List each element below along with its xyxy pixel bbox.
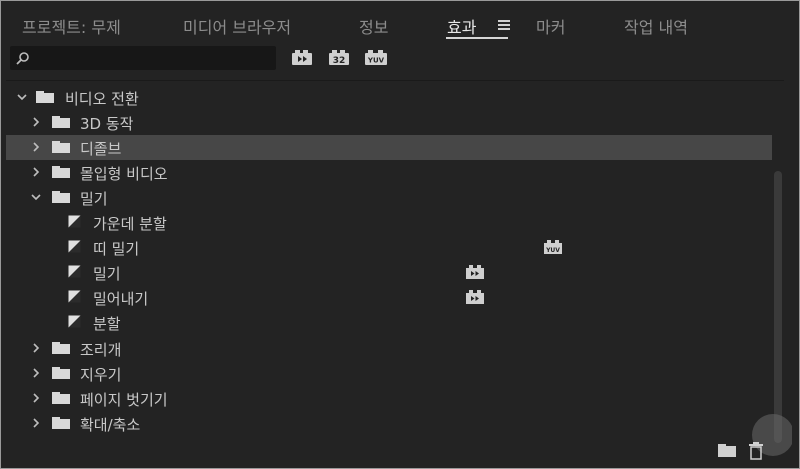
transition-effect-icon xyxy=(68,215,81,228)
folder-icon xyxy=(52,417,70,429)
tree-effect-label: 가운데 분할 xyxy=(93,215,167,233)
folder-icon xyxy=(52,392,70,404)
tree-folder-label: 3D 동작 xyxy=(80,115,134,133)
panel-menu-icon[interactable] xyxy=(498,20,510,30)
tree-folder-label: 몰입형 비디오 xyxy=(80,165,168,183)
tree-folder-label: 디졸브 xyxy=(80,140,122,158)
tree-folder-dissolve[interactable]: 디졸브 xyxy=(6,135,772,160)
transition-effect-icon xyxy=(68,315,81,328)
transition-effect-icon xyxy=(68,240,81,253)
yuv-badge-label: YUV xyxy=(545,247,560,254)
chevron-down-icon[interactable] xyxy=(30,191,42,203)
tree-folder-label: 밀기 xyxy=(80,190,108,208)
tree-effect-center-split[interactable]: 가운데 분할 xyxy=(6,210,772,235)
tree-folder-video-transitions[interactable]: 비디오 전환 xyxy=(6,85,772,110)
effects-tree: 비디오 전환 3D 동작 디졸브 몰입형 비디오 밀기 가운데 분할 띠 밀기 … xyxy=(6,80,784,463)
tree-effect-band-slide[interactable]: 띠 밀기 YUV xyxy=(6,235,772,260)
tree-folder-immersive-video[interactable]: 몰입형 비디오 xyxy=(6,160,772,185)
tree-folder-label: 확대/축소 xyxy=(80,416,141,434)
tab-info[interactable]: 정보 xyxy=(359,14,388,38)
folder-icon xyxy=(52,367,70,379)
trash-icon[interactable] xyxy=(748,442,764,460)
folder-icon xyxy=(52,342,70,354)
tree-effect-push[interactable]: 밀어내기 xyxy=(6,285,772,310)
tree-effect-label: 밀기 xyxy=(93,265,121,283)
yuv-effects-filter-icon[interactable]: YUV xyxy=(364,50,388,66)
folder-icon xyxy=(36,91,54,103)
bit32-effects-filter-icon[interactable]: 32 xyxy=(328,50,350,66)
chevron-down-icon[interactable] xyxy=(16,91,28,103)
tree-folder-label: 조리개 xyxy=(80,341,122,359)
yuv-label: YUV xyxy=(367,57,385,65)
tree-folder-label: 비디오 전환 xyxy=(65,90,139,108)
tree-effect-label: 밀어내기 xyxy=(93,290,149,308)
chevron-right-icon[interactable] xyxy=(30,417,42,429)
tab-markers[interactable]: 마커 xyxy=(536,14,565,38)
chevron-right-icon[interactable] xyxy=(30,141,42,153)
bit32-label: 32 xyxy=(333,56,346,66)
new-bin-icon[interactable] xyxy=(718,444,738,458)
active-tab-underline xyxy=(446,37,508,39)
accelerated-effects-filter-icon[interactable] xyxy=(291,50,313,66)
chevron-right-icon[interactable] xyxy=(30,367,42,379)
chevron-right-icon[interactable] xyxy=(30,116,42,128)
transition-effect-icon xyxy=(68,265,81,278)
search-input[interactable] xyxy=(10,46,276,70)
accelerated-badge-icon xyxy=(466,265,484,279)
folder-icon xyxy=(52,141,70,153)
folder-icon xyxy=(52,116,70,128)
tree-folder-iris[interactable]: 조리개 xyxy=(6,336,772,361)
vertical-scrollbar[interactable] xyxy=(774,171,782,443)
transition-effect-icon xyxy=(68,290,81,303)
tab-project[interactable]: 프로젝트: 무제 xyxy=(22,14,121,38)
accelerated-badge-icon xyxy=(466,290,484,304)
yuv-badge-icon: YUV xyxy=(544,240,562,254)
tree-folder-zoom[interactable]: 확대/축소 xyxy=(6,411,772,436)
folder-icon xyxy=(52,191,70,203)
search-icon xyxy=(16,52,29,65)
tree-folder-label: 페이지 벗기기 xyxy=(80,391,168,409)
tree-effect-label: 띠 밀기 xyxy=(93,240,140,258)
tab-effects[interactable]: 효과 xyxy=(447,14,476,38)
tree-folder-label: 지우기 xyxy=(80,366,122,384)
tree-folder-3d-motion[interactable]: 3D 동작 xyxy=(6,110,772,135)
panel-tabs: 프로젝트: 무제 미디어 브라우저 정보 효과 마커 작업 내역 xyxy=(6,4,792,40)
tree-folder-page-peel[interactable]: 페이지 벗기기 xyxy=(6,386,772,411)
chevron-right-icon[interactable] xyxy=(30,166,42,178)
tab-history[interactable]: 작업 내역 xyxy=(624,14,688,38)
tree-effect-label: 분할 xyxy=(93,315,121,333)
tree-folder-slide[interactable]: 밀기 xyxy=(6,185,772,210)
tree-effect-split[interactable]: 분할 xyxy=(6,310,772,335)
folder-icon xyxy=(52,166,70,178)
effects-panel: 프로젝트: 무제 미디어 브라우저 정보 효과 마커 작업 내역 32 YUV … xyxy=(6,4,792,463)
effects-toolbar: 32 YUV xyxy=(6,44,792,72)
chevron-right-icon[interactable] xyxy=(30,392,42,404)
tree-effect-slide[interactable]: 밀기 xyxy=(6,260,772,285)
chevron-right-icon[interactable] xyxy=(30,342,42,354)
tree-folder-wipe[interactable]: 지우기 xyxy=(6,361,772,386)
tab-media-browser[interactable]: 미디어 브라우저 xyxy=(183,14,291,38)
